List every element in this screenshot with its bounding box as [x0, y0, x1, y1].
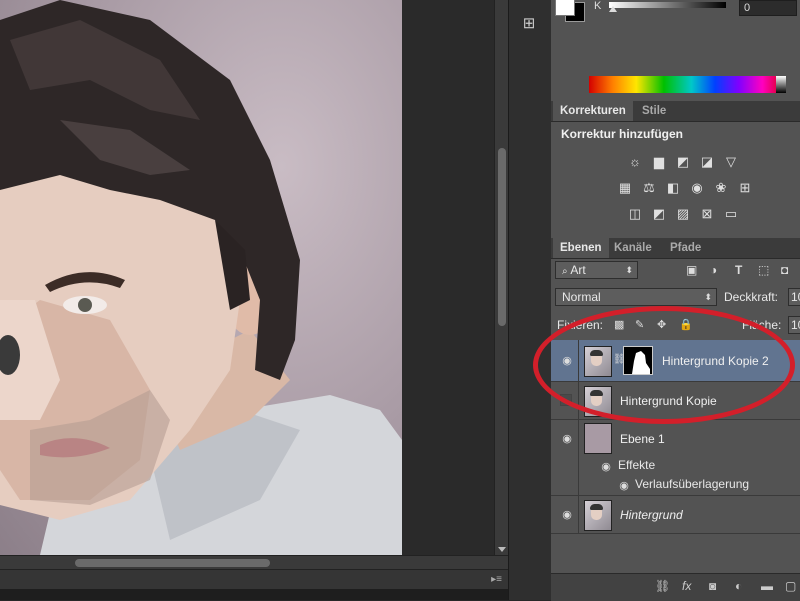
fx-icon[interactable]: fx	[682, 579, 691, 593]
adjustments-title: Korrektur hinzufügen	[561, 127, 683, 141]
gradient-map-icon[interactable]: ▭	[723, 206, 739, 222]
horizontal-scroll-thumb[interactable]	[75, 559, 270, 567]
layer-mask-thumbnail[interactable]	[623, 346, 653, 375]
eye-icon[interactable]: ◉	[560, 354, 574, 367]
properties-panel-icon[interactable]: ⊞	[517, 8, 541, 40]
lock-image-icon[interactable]: ✎	[635, 318, 644, 331]
curves-icon[interactable]: ◩	[675, 154, 691, 170]
blend-mode-value: Normal	[562, 290, 601, 304]
filter-shape-icon[interactable]: ⬚	[758, 263, 769, 277]
foreground-color-swatch[interactable]	[555, 0, 575, 16]
hue-saturation-icon[interactable]: ▦	[617, 180, 633, 196]
exposure-icon[interactable]: ◪	[699, 154, 715, 170]
layer-name: Ebene 1	[620, 432, 665, 446]
filter-smartobject-icon[interactable]: ◘	[781, 263, 788, 277]
lock-transparency-icon[interactable]: ▩	[614, 318, 624, 331]
pasteboard	[402, 0, 494, 555]
layer-name: Hintergrund	[620, 508, 683, 522]
adjustments-tabbar: Korrekturen Stile	[551, 101, 800, 122]
color-lookup-icon[interactable]: ⊞	[737, 180, 753, 196]
layer-thumbnail	[584, 386, 612, 417]
blend-mode-select[interactable]: Normal ⬍	[555, 288, 717, 306]
layer-row[interactable]: ◉ Ebene 1	[551, 420, 800, 496]
status-menu-icon[interactable]: ▸≡	[491, 574, 502, 585]
levels-icon[interactable]: ▆	[651, 154, 667, 170]
new-group-icon[interactable]: ▬	[761, 579, 773, 593]
layer-row[interactable]: Hintergrund Kopie	[551, 382, 800, 420]
layer-name: Hintergrund Kopie	[620, 394, 717, 408]
mask-shape	[632, 351, 650, 374]
effects-label: Effekte	[618, 458, 656, 472]
tab-korrekturen[interactable]: Korrekturen	[553, 101, 633, 121]
posterize-icon[interactable]: ◩	[651, 206, 667, 222]
black-white-ramp[interactable]	[776, 76, 786, 93]
vertical-scrollbar[interactable]	[494, 0, 509, 555]
horizontal-scrollbar[interactable]	[0, 555, 508, 570]
tab-ebenen[interactable]: Ebenen	[553, 238, 609, 258]
layer-row[interactable]: ◉ ⛓ Hintergrund Kopie 2	[551, 340, 800, 382]
eye-icon[interactable]: ◉	[560, 508, 574, 521]
layer-filter-select[interactable]: ⌕ Art ⬍	[555, 261, 638, 279]
channel-mixer-icon[interactable]: ❀	[713, 180, 729, 196]
lock-label: Fixieren:	[557, 318, 604, 332]
vibrance-icon[interactable]: ▽	[723, 154, 739, 170]
layer-row[interactable]: ◉ Hintergrund	[551, 496, 800, 534]
fill-field[interactable]: 10	[788, 316, 800, 334]
document-canvas[interactable]	[0, 0, 402, 555]
vertical-scroll-thumb[interactable]	[498, 148, 506, 326]
color-balance-icon[interactable]: ⚖	[641, 180, 657, 196]
hidden-eye-icon[interactable]	[560, 394, 572, 406]
layer-name: Hintergrund Kopie 2	[662, 354, 769, 368]
stepper-icon: ⬍	[625, 265, 633, 275]
status-bar: ▸≡	[0, 569, 508, 590]
channel-label: K	[594, 0, 602, 12]
new-layer-icon[interactable]: ▢	[785, 579, 796, 593]
k-channel-slider[interactable]	[609, 2, 726, 8]
eye-icon[interactable]: ◉	[560, 432, 574, 445]
opacity-field[interactable]: 10	[788, 288, 800, 306]
layers-footer: ⛓ fx ◙ ◐ ▬ ▢	[551, 573, 800, 601]
k-slider-thumb[interactable]	[609, 6, 617, 12]
fill-label: Fläche:	[742, 318, 782, 332]
layer-thumbnail	[584, 346, 612, 377]
photo-filter-icon[interactable]: ◉	[689, 180, 705, 196]
lock-position-icon[interactable]: ✥	[657, 318, 666, 331]
link-layers-icon[interactable]: ⛓	[655, 579, 670, 593]
add-mask-icon[interactable]: ◙	[709, 579, 716, 593]
layers-tabbar: Ebenen Kanäle Pfade	[551, 238, 800, 259]
tab-pfade[interactable]: Pfade	[663, 238, 708, 258]
opacity-label: Deckkraft:	[724, 290, 779, 304]
tab-kanaele[interactable]: Kanäle	[607, 238, 659, 258]
filter-text-icon[interactable]: T	[735, 263, 742, 277]
lock-all-icon[interactable]: 🔒	[679, 318, 693, 331]
layer-thumbnail	[584, 500, 612, 531]
k-value-field[interactable]: 0	[739, 0, 797, 16]
threshold-icon[interactable]: ▨	[675, 206, 691, 222]
collapsed-panel-dock: ⊞	[508, 0, 552, 600]
black-white-icon[interactable]: ◧	[665, 180, 681, 196]
color-spectrum-bar[interactable]	[589, 76, 786, 93]
selective-color-icon[interactable]: ⊠	[699, 206, 715, 222]
layer-thumbnail	[584, 423, 612, 454]
tab-stile[interactable]: Stile	[635, 101, 673, 121]
new-adjustment-icon[interactable]: ◐	[735, 579, 742, 593]
filter-image-icon[interactable]: ▣	[686, 263, 697, 277]
color-panel: K 0	[551, 0, 800, 98]
right-panel: K 0 Korrekturen Stile Korrektur hinzufüg…	[551, 0, 800, 601]
stepper-icon: ⬍	[704, 292, 712, 302]
brightness-contrast-icon[interactable]: ☼	[627, 154, 643, 170]
portrait-image	[0, 0, 402, 555]
effects-eye-icon[interactable]: ◉	[599, 460, 613, 473]
invert-icon[interactable]: ◫	[627, 206, 643, 222]
scroll-down-icon[interactable]	[498, 547, 506, 552]
filter-adjustment-icon[interactable]: ◑	[710, 263, 717, 277]
filter-kind-value: Art	[570, 263, 586, 277]
effect-gradient-overlay[interactable]: Verlaufsüberlagerung	[635, 477, 749, 491]
effect-eye-icon[interactable]: ◉	[617, 479, 631, 492]
